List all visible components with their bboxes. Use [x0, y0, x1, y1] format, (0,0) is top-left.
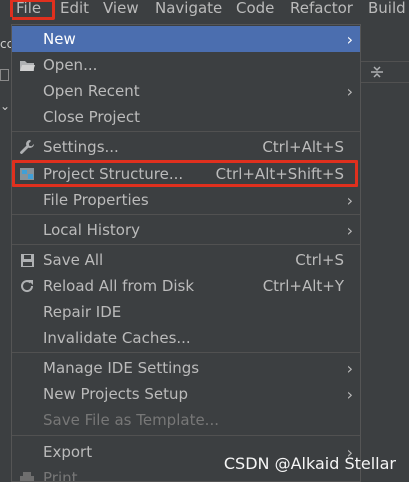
menu-edit[interactable]: Edit: [60, 0, 89, 18]
chevron-right-icon: ›: [346, 29, 353, 49]
menu-item-open-recent[interactable]: Open Recent ›: [12, 78, 360, 104]
menu-item-shortcut: Ctrl+S: [295, 251, 344, 269]
watermark: CSDN @Alkaid Stellar: [223, 454, 396, 473]
menu-separator: [12, 435, 360, 436]
chevron-down-icon: ⌄: [0, 99, 11, 113]
menu-item-shortcut: Ctrl+Alt+S: [262, 138, 344, 156]
menu-bar: File Edit View Navigate Code Refactor Bu…: [0, 0, 409, 17]
chevron-right-icon: ›: [346, 190, 353, 210]
menu-item-label: Invalidate Caches...: [43, 329, 191, 347]
ide-right-panel: [360, 17, 409, 482]
menu-item-label: Print...: [43, 469, 92, 482]
menu-item-label: Open Recent: [43, 82, 140, 100]
menu-separator: [12, 244, 360, 245]
menu-item-label: Save All: [43, 251, 104, 269]
menu-item-repair-ide[interactable]: Repair IDE: [12, 299, 360, 325]
menu-item-invalidate-caches[interactable]: Invalidate Caches...: [12, 325, 360, 351]
chevron-right-icon: ›: [346, 220, 353, 240]
file-menu-highlight-box: [10, 0, 55, 20]
menu-item-label: Export: [43, 443, 93, 461]
save-icon: [18, 251, 36, 269]
menu-item-label: Open...: [43, 56, 98, 74]
menu-item-label: Manage IDE Settings: [43, 359, 200, 377]
wrench-icon: [18, 138, 36, 156]
chevron-right-icon: ›: [346, 384, 353, 404]
menu-refactor[interactable]: Refactor: [290, 0, 353, 18]
menu-item-manage-ide-settings[interactable]: Manage IDE Settings ›: [12, 355, 360, 381]
file-dropdown-menu: New › Open... Open Recent › Close Projec…: [11, 24, 361, 482]
menu-item-local-history[interactable]: Local History ›: [12, 217, 360, 243]
menu-separator: [12, 352, 360, 353]
menu-item-label: New: [43, 30, 76, 48]
menu-item-reload-all[interactable]: Reload All from Disk Ctrl+Alt+Y: [12, 273, 360, 299]
project-structure-highlight-box: [12, 160, 358, 187]
menu-item-label: New Projects Setup: [43, 385, 189, 403]
menu-separator: [12, 131, 360, 132]
menu-item-settings[interactable]: Settings... Ctrl+Alt+S: [12, 134, 360, 160]
menu-item-new[interactable]: New ›: [12, 26, 360, 52]
menu-build[interactable]: Build: [368, 0, 406, 18]
toolbar-strip: [360, 61, 409, 83]
menu-item-label: Reload All from Disk: [43, 277, 195, 295]
menu-navigate[interactable]: Navigate: [155, 0, 222, 18]
menu-item-label: Save File as Template...: [43, 411, 219, 429]
menu-item-label: Local History: [43, 221, 141, 239]
menu-separator: [12, 214, 360, 215]
menu-item-save-file-as-template: Save File as Template...: [12, 407, 360, 433]
menu-item-file-properties[interactable]: File Properties ›: [12, 187, 360, 213]
menu-item-close-project[interactable]: Close Project: [12, 104, 360, 130]
collapse-all-icon[interactable]: [370, 65, 384, 79]
project-view-icon: [0, 69, 9, 81]
menu-view[interactable]: View: [103, 0, 139, 18]
menu-item-shortcut: Ctrl+Alt+Y: [262, 277, 344, 295]
menu-item-save-all[interactable]: Save All Ctrl+S: [12, 247, 360, 273]
menu-item-label: File Properties: [43, 191, 149, 209]
menu-item-label: Close Project: [43, 108, 140, 126]
menu-item-label: Settings...: [43, 138, 119, 156]
menu-item-new-projects-setup[interactable]: New Projects Setup ›: [12, 381, 360, 407]
folder-open-icon: [18, 56, 36, 74]
chevron-right-icon: ›: [346, 81, 353, 101]
menu-code[interactable]: Code: [236, 0, 274, 18]
menu-item-label: Repair IDE: [43, 303, 122, 321]
print-icon: [18, 469, 36, 481]
menu-item-open[interactable]: Open...: [12, 52, 360, 78]
reload-icon: [18, 277, 36, 295]
chevron-right-icon: ›: [346, 358, 353, 378]
